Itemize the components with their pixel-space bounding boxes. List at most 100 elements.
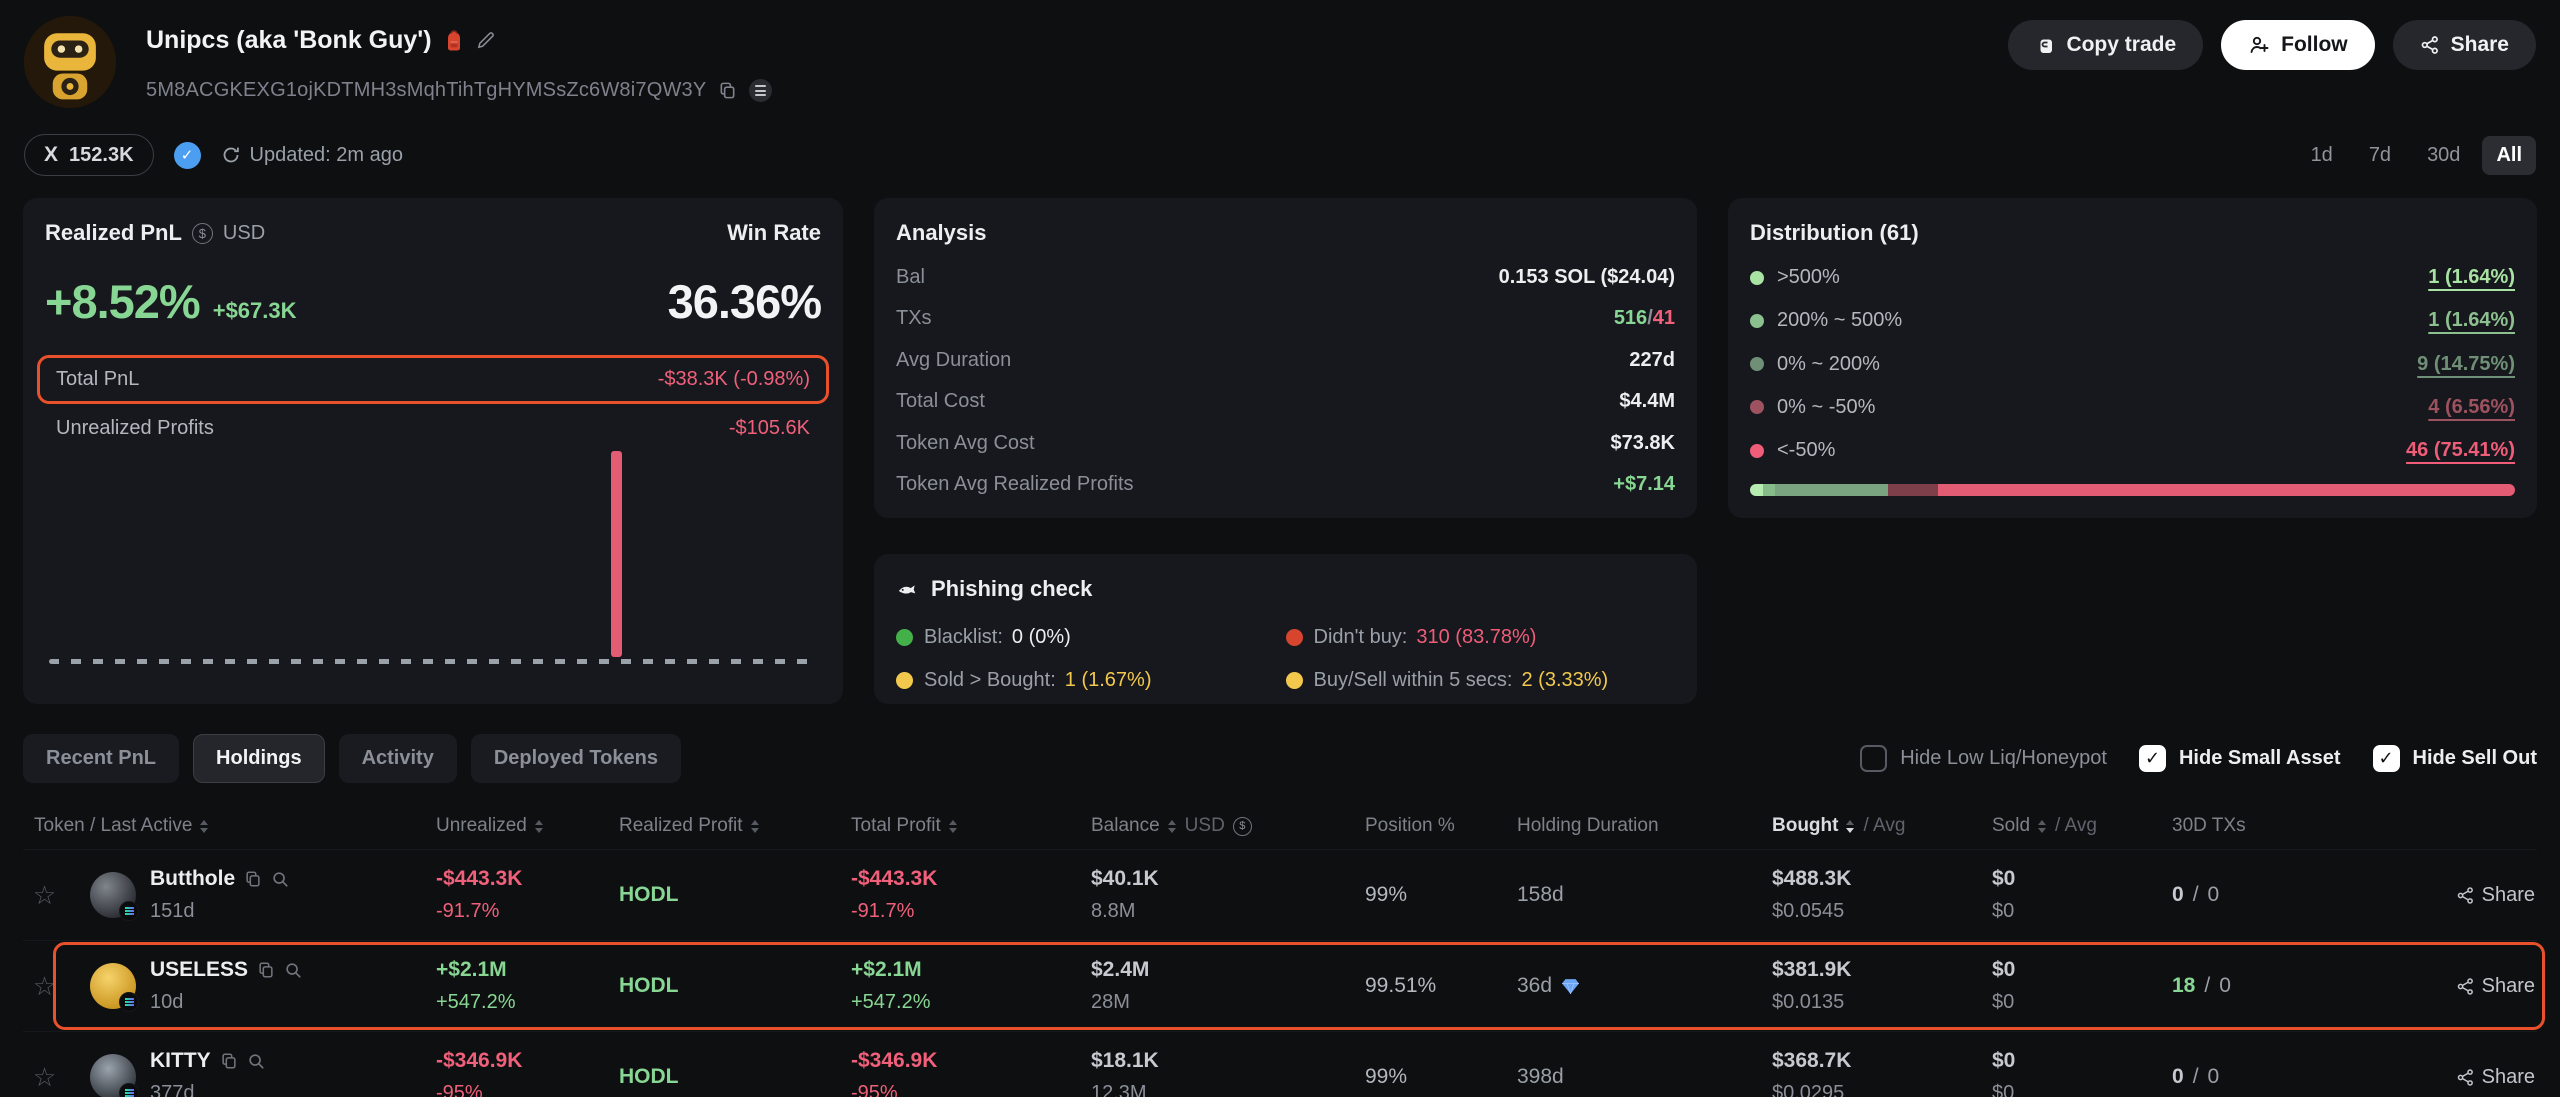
filter-label: Hide Small Asset <box>2179 747 2341 770</box>
solana-explorer-icon[interactable] <box>749 79 772 102</box>
phishing-item: Buy/Sell within 5 secs:2 (3.33%) <box>1286 669 1676 692</box>
balance-amount: 8.8M <box>1091 900 1349 923</box>
refresh-icon[interactable] <box>221 145 241 165</box>
distribution-value-link[interactable]: 46 (75.41%) <box>2406 439 2515 462</box>
diamond-hold-icon <box>1561 978 1580 995</box>
copy-trade-button[interactable]: Copy trade <box>2008 20 2203 70</box>
distribution-stacked-bar <box>1750 484 2515 496</box>
search-token-icon[interactable] <box>247 1052 265 1070</box>
checkbox[interactable]: ✓ <box>2373 745 2400 772</box>
search-token-icon[interactable] <box>271 870 289 888</box>
sort-icon[interactable] <box>1168 820 1176 833</box>
currency-toggle-icon[interactable]: $ <box>1233 817 1252 836</box>
table-row[interactable]: ☆Butthole151d-$443.3K-91.7%HODL-$443.3K-… <box>23 849 2537 940</box>
tab-recent-pnl[interactable]: Recent PnL <box>23 734 179 783</box>
twitter-followers-pill[interactable]: X 152.3K <box>24 134 154 176</box>
checkbox[interactable]: ✓ <box>2139 745 2166 772</box>
table-body: ☆Butthole151d-$443.3K-91.7%HODL-$443.3K-… <box>23 849 2537 1097</box>
sort-icon[interactable] <box>1846 820 1854 833</box>
bought-total: $368.7K <box>1772 1049 1976 1073</box>
col-sold[interactable]: Sold / Avg <box>1976 815 2156 837</box>
balance-usd: $2.4M <box>1091 958 1349 982</box>
favorite-star-icon[interactable]: ☆ <box>33 1064 56 1090</box>
solana-chain-badge-icon <box>119 1083 139 1097</box>
share-row-label: Share <box>2482 884 2535 907</box>
sort-icon[interactable] <box>200 820 208 833</box>
fish-icon <box>896 578 919 601</box>
range-All[interactable]: All <box>2482 136 2536 175</box>
col-bought[interactable]: Bought / Avg <box>1756 815 1976 837</box>
distribution-value-link[interactable]: 1 (1.64%) <box>2428 309 2515 332</box>
verified-badge-icon: ✓ <box>174 142 201 169</box>
share-profile-button[interactable]: Share <box>2393 20 2536 70</box>
analysis-row: Bal0.153 SOL ($24.04) <box>896 266 1675 289</box>
distribution-value-link[interactable]: 4 (6.56%) <box>2428 396 2515 419</box>
share-row-button[interactable]: Share <box>2456 884 2535 907</box>
range-30d[interactable]: 30d <box>2413 136 2474 175</box>
currency-label: USD <box>223 222 265 245</box>
phishing-item: Didn't buy:310 (83.78%) <box>1286 626 1676 649</box>
backpack-emoji-icon <box>444 30 464 52</box>
distribution-title: Distribution (61) <box>1750 220 2515 246</box>
sort-icon[interactable] <box>2038 820 2046 833</box>
distribution-value-link[interactable]: 9 (14.75%) <box>2417 353 2515 376</box>
pnl-loss-bar <box>611 451 622 657</box>
tab-activity[interactable]: Activity <box>339 734 457 783</box>
balance-amount: 12.3M <box>1091 1082 1349 1097</box>
unrealized-value: +$2.1M <box>436 958 603 982</box>
filter-hide-sell-out[interactable]: ✓Hide Sell Out <box>2373 745 2537 772</box>
table-row[interactable]: ☆USELESS10d+$2.1M+547.2%HODL+$2.1M+547.2… <box>23 940 2537 1031</box>
search-token-icon[interactable] <box>284 961 302 979</box>
range-7d[interactable]: 7d <box>2355 136 2405 175</box>
copy-token-address-icon[interactable] <box>257 961 275 979</box>
filter-hide-small-asset[interactable]: ✓ Hide Small Asset <box>2139 745 2341 772</box>
share-row-label: Share <box>2482 1066 2535 1089</box>
distribution-dot <box>1750 357 1764 371</box>
favorite-star-icon[interactable]: ☆ <box>33 882 56 908</box>
analysis-row-value: 227d <box>1629 349 1675 372</box>
table-row[interactable]: ☆KITTY377d-$346.9K-95%HODL-$346.9K-95%$1… <box>23 1031 2537 1097</box>
follow-button[interactable]: Follow <box>2221 20 2375 70</box>
col-total-profit[interactable]: Total Profit <box>835 815 1075 837</box>
copy-token-address-icon[interactable] <box>220 1052 238 1070</box>
token-avatar <box>90 963 136 1009</box>
edit-name-icon[interactable] <box>476 31 495 50</box>
sort-icon[interactable] <box>751 820 759 833</box>
solana-chain-badge-icon <box>119 901 139 921</box>
txs-buys: 18 <box>2172 974 2195 998</box>
total-pnl-row-highlighted: Total PnL -$38.3K (-0.98%) <box>37 355 829 404</box>
tab-deployed-tokens[interactable]: Deployed Tokens <box>471 734 681 783</box>
distribution-dot <box>1750 444 1764 458</box>
checkbox[interactable] <box>1860 745 1887 772</box>
filter-hide-low-liq[interactable]: Hide Low Liq/Honeypot <box>1860 745 2107 772</box>
solana-chain-badge-icon <box>119 992 139 1012</box>
range-1d[interactable]: 1d <box>2297 136 2347 175</box>
distribution-value-link[interactable]: 1 (1.64%) <box>2428 266 2515 289</box>
col-balance[interactable]: Balance USD $ <box>1075 815 1349 837</box>
copy-token-address-icon[interactable] <box>244 870 262 888</box>
col-realized-profit[interactable]: Realized Profit <box>603 815 835 837</box>
sort-icon[interactable] <box>535 820 543 833</box>
token-name[interactable]: KITTY <box>150 1049 211 1073</box>
col-unrealized[interactable]: Unrealized <box>420 815 603 837</box>
share-row-button[interactable]: Share <box>2456 1066 2535 1089</box>
col-token-last-active[interactable]: Token / Last Active <box>23 815 420 837</box>
pnl-usd: +$67.3K <box>213 298 297 324</box>
balance-amount: 28M <box>1091 991 1349 1014</box>
currency-toggle-icon[interactable]: $ <box>192 223 213 244</box>
unrealized-value: -$443.3K <box>436 867 603 891</box>
sold-total: $0 <box>1992 867 2156 891</box>
share-row-icon <box>2456 977 2475 996</box>
copy-address-icon[interactable] <box>718 81 737 100</box>
wallet-address[interactable]: 5M8ACGKEXG1ojKDTMH3sMqhTihTgHYMSsZc6W8i7… <box>146 79 706 102</box>
token-name[interactable]: Butthole <box>150 867 235 891</box>
phishing-label: Didn't buy: <box>1314 626 1408 649</box>
tab-holdings[interactable]: Holdings <box>193 734 325 783</box>
distribution-row: <-50%46 (75.41%) <box>1750 439 2515 462</box>
favorite-star-icon[interactable]: ☆ <box>33 973 56 999</box>
share-row-button[interactable]: Share <box>2456 975 2535 998</box>
tab-group: Recent PnL Holdings Activity Deployed Token… <box>23 734 695 783</box>
token-name[interactable]: USELESS <box>150 958 248 982</box>
sort-icon[interactable] <box>949 820 957 833</box>
holding-duration: 36d <box>1517 974 1552 998</box>
